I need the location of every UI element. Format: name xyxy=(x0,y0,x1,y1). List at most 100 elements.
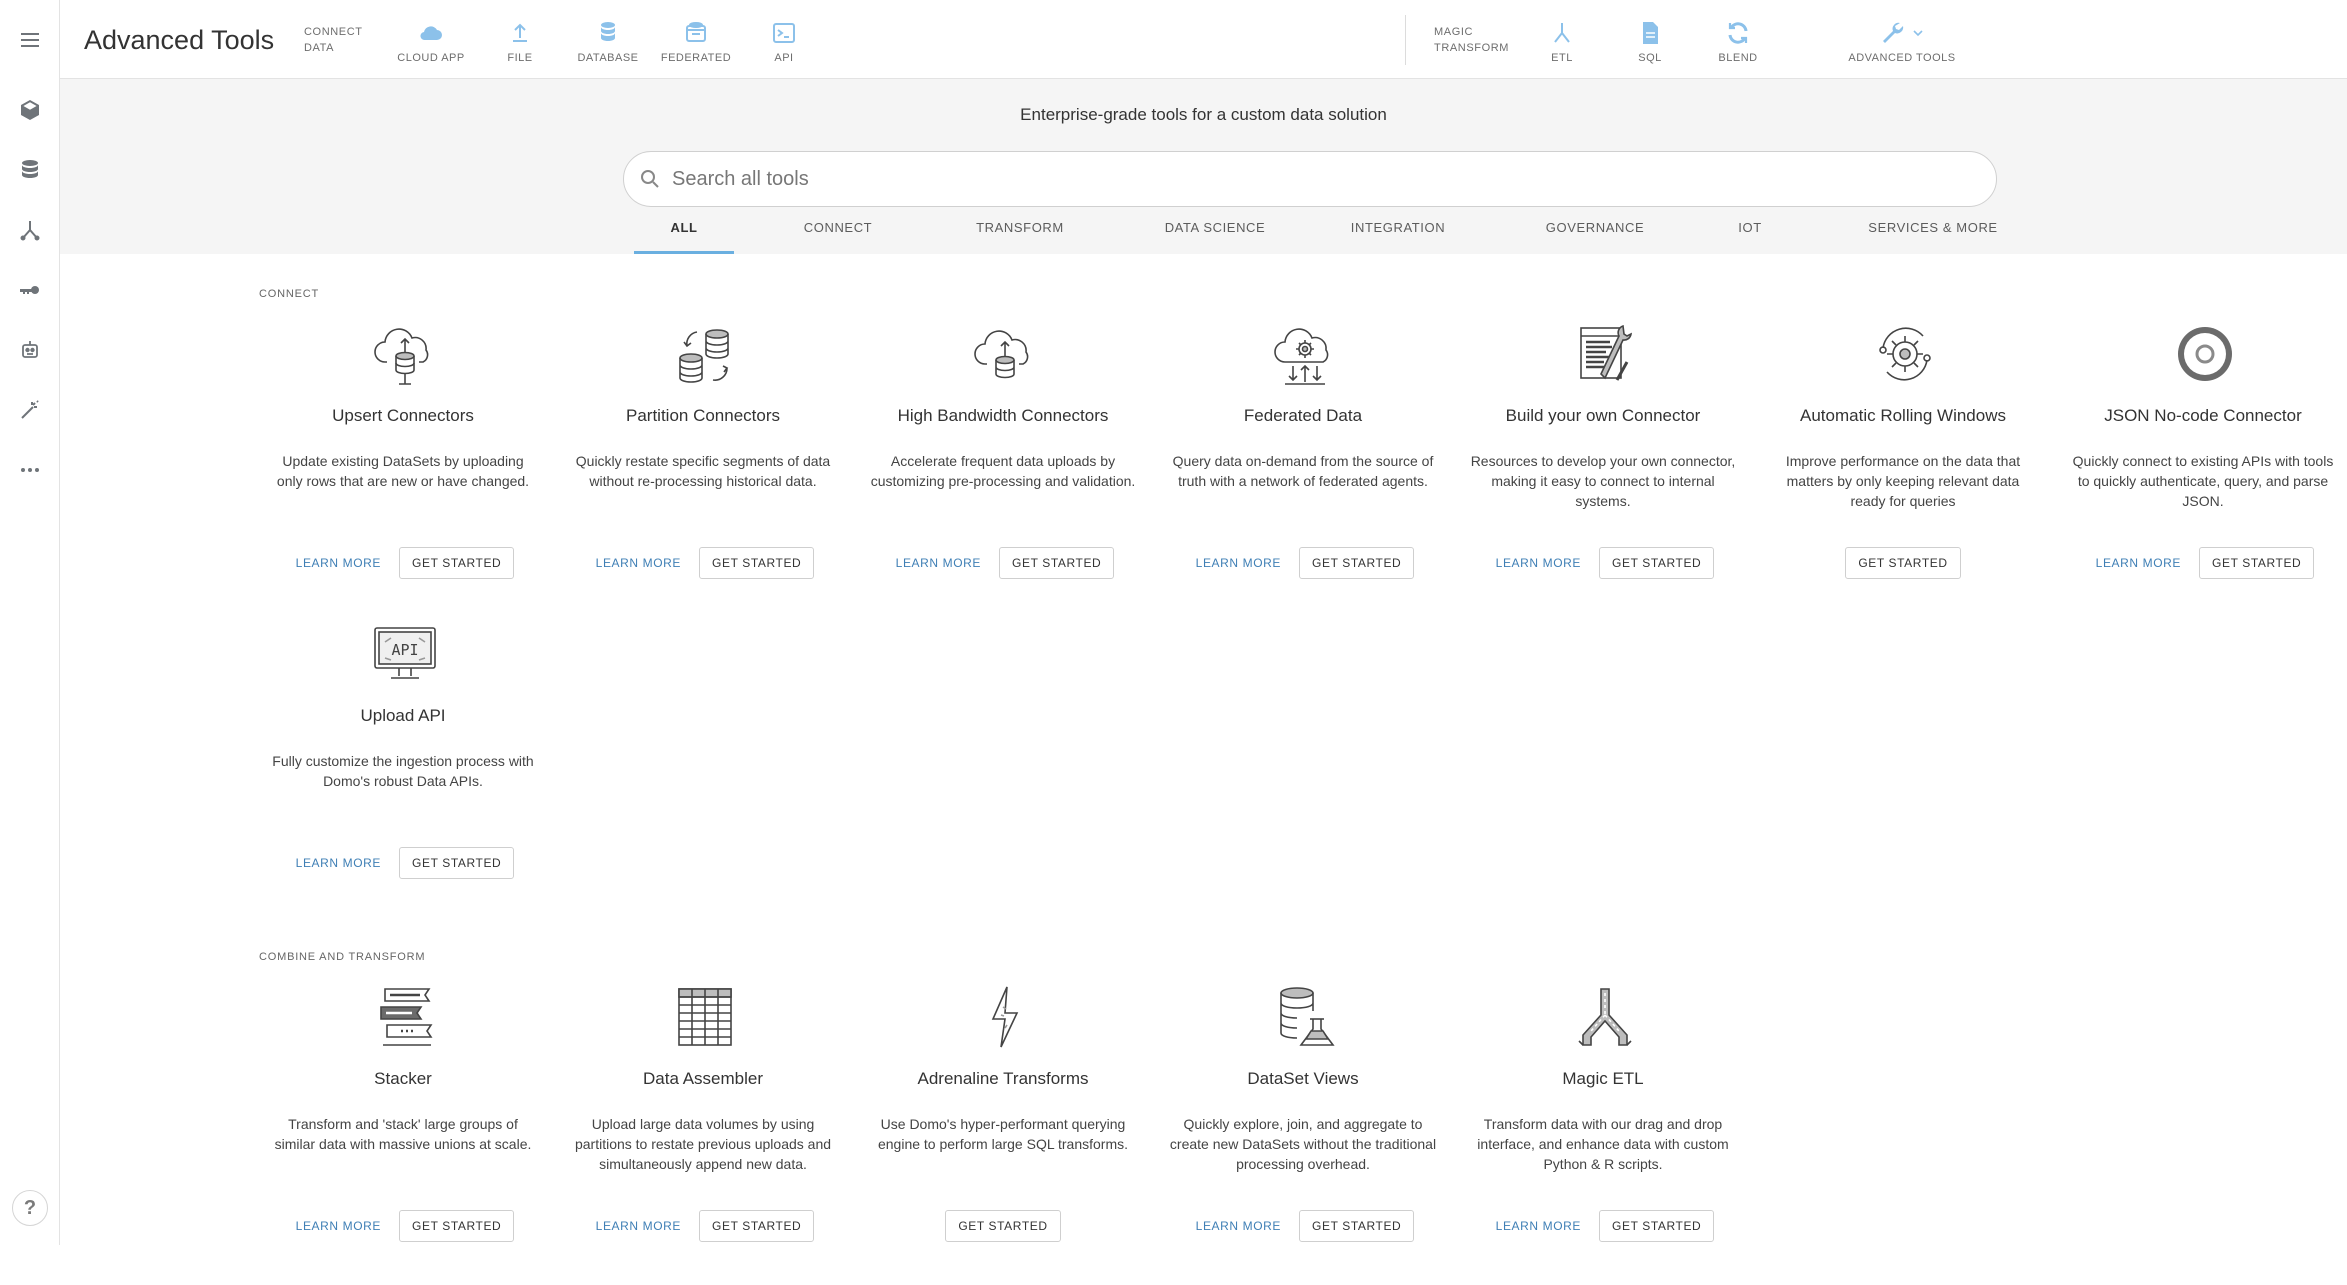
learn-more-link[interactable]: LEARN MORE xyxy=(1192,1211,1285,1241)
card-title: Upsert Connectors xyxy=(332,406,474,425)
cloud-database-icon xyxy=(373,322,437,386)
card-build-your-own-connector: Build your own Connector Resources to de… xyxy=(1468,322,1738,622)
tab-all[interactable]: ALL xyxy=(634,217,734,254)
cloud-app-button[interactable]: CLOUD APP xyxy=(386,20,476,64)
menu-icon[interactable] xyxy=(15,25,45,55)
terminal-icon xyxy=(773,23,795,43)
tab-transform[interactable]: TRANSFORM xyxy=(940,217,1100,254)
filter-tabs: ALL CONNECT TRANSFORM DATA SCIENCE INTEG… xyxy=(60,217,2347,254)
magic-wand-icon[interactable] xyxy=(15,395,45,425)
tab-governance[interactable]: GOVERNANCE xyxy=(1500,217,1690,254)
card-title: Stacker xyxy=(374,1069,432,1088)
learn-more-link[interactable]: LEARN MORE xyxy=(2092,548,2185,578)
card-title: JSON No-code Connector xyxy=(2104,406,2302,425)
cloud-gear-icon xyxy=(1273,322,1337,386)
hero-title: Enterprise-grade tools for a custom data… xyxy=(1020,105,1387,124)
card-description: Transform and 'stack' large groups of si… xyxy=(274,1116,532,1152)
card-description: Update existing DataSets by uploading on… xyxy=(276,453,530,489)
json-logo-icon xyxy=(2173,322,2237,386)
learn-more-link[interactable]: LEARN MORE xyxy=(292,548,385,578)
card-description: Quickly connect to existing APIs with to… xyxy=(2072,453,2334,509)
card-data-assembler: Data Assembler Upload large data volumes… xyxy=(568,985,838,1285)
database-button[interactable]: DATABASE xyxy=(563,20,653,64)
learn-more-link[interactable]: LEARN MORE xyxy=(1192,548,1285,578)
advanced-tools-button[interactable]: ADVANCED TOOLS xyxy=(1848,20,1955,64)
robot-icon[interactable] xyxy=(15,335,45,365)
card-title: High Bandwidth Connectors xyxy=(897,406,1109,425)
lightning-icon xyxy=(973,985,1037,1049)
federated-icon xyxy=(686,22,706,42)
sql-button[interactable]: SQL xyxy=(1605,20,1695,64)
card-description: Use Domo's hyper-performant querying eng… xyxy=(877,1116,1129,1152)
tab-connect[interactable]: CONNECT xyxy=(768,217,908,254)
tab-iot[interactable]: IOT xyxy=(1700,217,1800,254)
card-description: Improve performance on the data that mat… xyxy=(1785,453,2021,509)
api-button[interactable]: API xyxy=(739,20,829,64)
get-started-button[interactable]: GET STARTED xyxy=(399,847,515,879)
card-automatic-rolling-windows: Automatic Rolling Windows Improve perfor… xyxy=(1768,322,2038,622)
key-icon[interactable] xyxy=(15,275,45,305)
more-icon[interactable] xyxy=(15,455,45,485)
get-started-button[interactable]: GET STARTED xyxy=(1599,547,1715,579)
card-title: Federated Data xyxy=(1243,406,1363,425)
help-button[interactable]: ? xyxy=(12,1190,48,1226)
get-started-button[interactable]: GET STARTED xyxy=(1299,1210,1415,1242)
learn-more-link[interactable]: LEARN MORE xyxy=(592,548,685,578)
get-started-button[interactable]: GET STARTED xyxy=(1599,1210,1715,1242)
api-monitor-icon: API xyxy=(373,622,437,686)
get-started-button[interactable]: GET STARTED xyxy=(945,1210,1061,1242)
tab-services-and-more[interactable]: SERVICES & MORE xyxy=(1823,217,2043,254)
get-started-button[interactable]: GET STARTED xyxy=(399,547,515,579)
cube-icon[interactable] xyxy=(15,95,45,125)
card-magic-etl: Magic ETL Transform data with our drag a… xyxy=(1468,985,1738,1285)
get-started-button[interactable]: GET STARTED xyxy=(399,1210,515,1242)
search-input[interactable] xyxy=(672,167,1972,191)
card-title: Automatic Rolling Windows xyxy=(1800,406,2006,425)
search-box[interactable] xyxy=(623,151,1997,207)
learn-more-link[interactable]: LEARN MORE xyxy=(892,548,985,578)
etl-icon[interactable] xyxy=(15,215,45,245)
card-title: Build your own Connector xyxy=(1505,406,1701,425)
rolling-gear-icon xyxy=(1873,322,1937,386)
hero-section: Enterprise-grade tools for a custom data… xyxy=(60,79,2347,254)
sql-file-icon xyxy=(1643,22,1658,44)
tab-data-science[interactable]: DATA SCIENCE xyxy=(1120,217,1310,254)
learn-more-link[interactable]: LEARN MORE xyxy=(1492,548,1585,578)
card-description: Resources to develop your own connector,… xyxy=(1470,453,1736,509)
card-description: Query data on-demand from the source of … xyxy=(1172,453,1434,489)
get-started-button[interactable]: GET STARTED xyxy=(699,1210,815,1242)
get-started-button[interactable]: GET STARTED xyxy=(1299,547,1415,579)
card-upload-api: API Upload API Fully customize the inges… xyxy=(268,622,538,922)
get-started-button[interactable]: GET STARTED xyxy=(999,547,1115,579)
magic-transform-group-label: MAGIC TRANSFORM xyxy=(1434,26,1510,54)
get-started-button[interactable]: GET STARTED xyxy=(2199,547,2315,579)
federated-button[interactable]: FEDERATED xyxy=(651,20,741,64)
search-icon xyxy=(641,170,659,188)
card-description: Fully customize the ingestion process wi… xyxy=(272,753,534,789)
grid-table-icon xyxy=(673,985,737,1049)
blend-icon xyxy=(1728,22,1748,44)
card-title: Upload API xyxy=(360,706,446,725)
etl-button[interactable]: ETL xyxy=(1517,20,1607,64)
cloud-icon xyxy=(420,26,442,41)
tab-integration[interactable]: INTEGRATION xyxy=(1313,217,1483,254)
section-label-combine-and-transform: COMBINE AND TRANSFORM xyxy=(259,951,426,963)
get-started-button[interactable]: GET STARTED xyxy=(1845,547,1961,579)
card-stacker: Stacker Transform and 'stack' large grou… xyxy=(268,985,538,1285)
learn-more-link[interactable]: LEARN MORE xyxy=(292,1211,385,1241)
stacker-icon xyxy=(373,985,437,1049)
section-label-connect: CONNECT xyxy=(259,288,319,300)
learn-more-link[interactable]: LEARN MORE xyxy=(592,1211,685,1241)
database-icon[interactable] xyxy=(15,155,45,185)
blend-button[interactable]: BLEND xyxy=(1693,20,1783,64)
card-federated-data: Federated Data Query data on-demand from… xyxy=(1168,322,1438,622)
learn-more-link[interactable]: LEARN MORE xyxy=(292,848,385,878)
magic-etl-icon xyxy=(1573,985,1637,1049)
card-title: DataSet Views xyxy=(1247,1069,1359,1088)
database-icon xyxy=(601,22,615,41)
card-title: Data Assembler xyxy=(643,1069,763,1088)
learn-more-link[interactable]: LEARN MORE xyxy=(1492,1211,1585,1241)
get-started-button[interactable]: GET STARTED xyxy=(699,547,815,579)
file-button[interactable]: FILE xyxy=(475,20,565,64)
card-description: Transform data with our drag and drop in… xyxy=(1477,1116,1729,1172)
